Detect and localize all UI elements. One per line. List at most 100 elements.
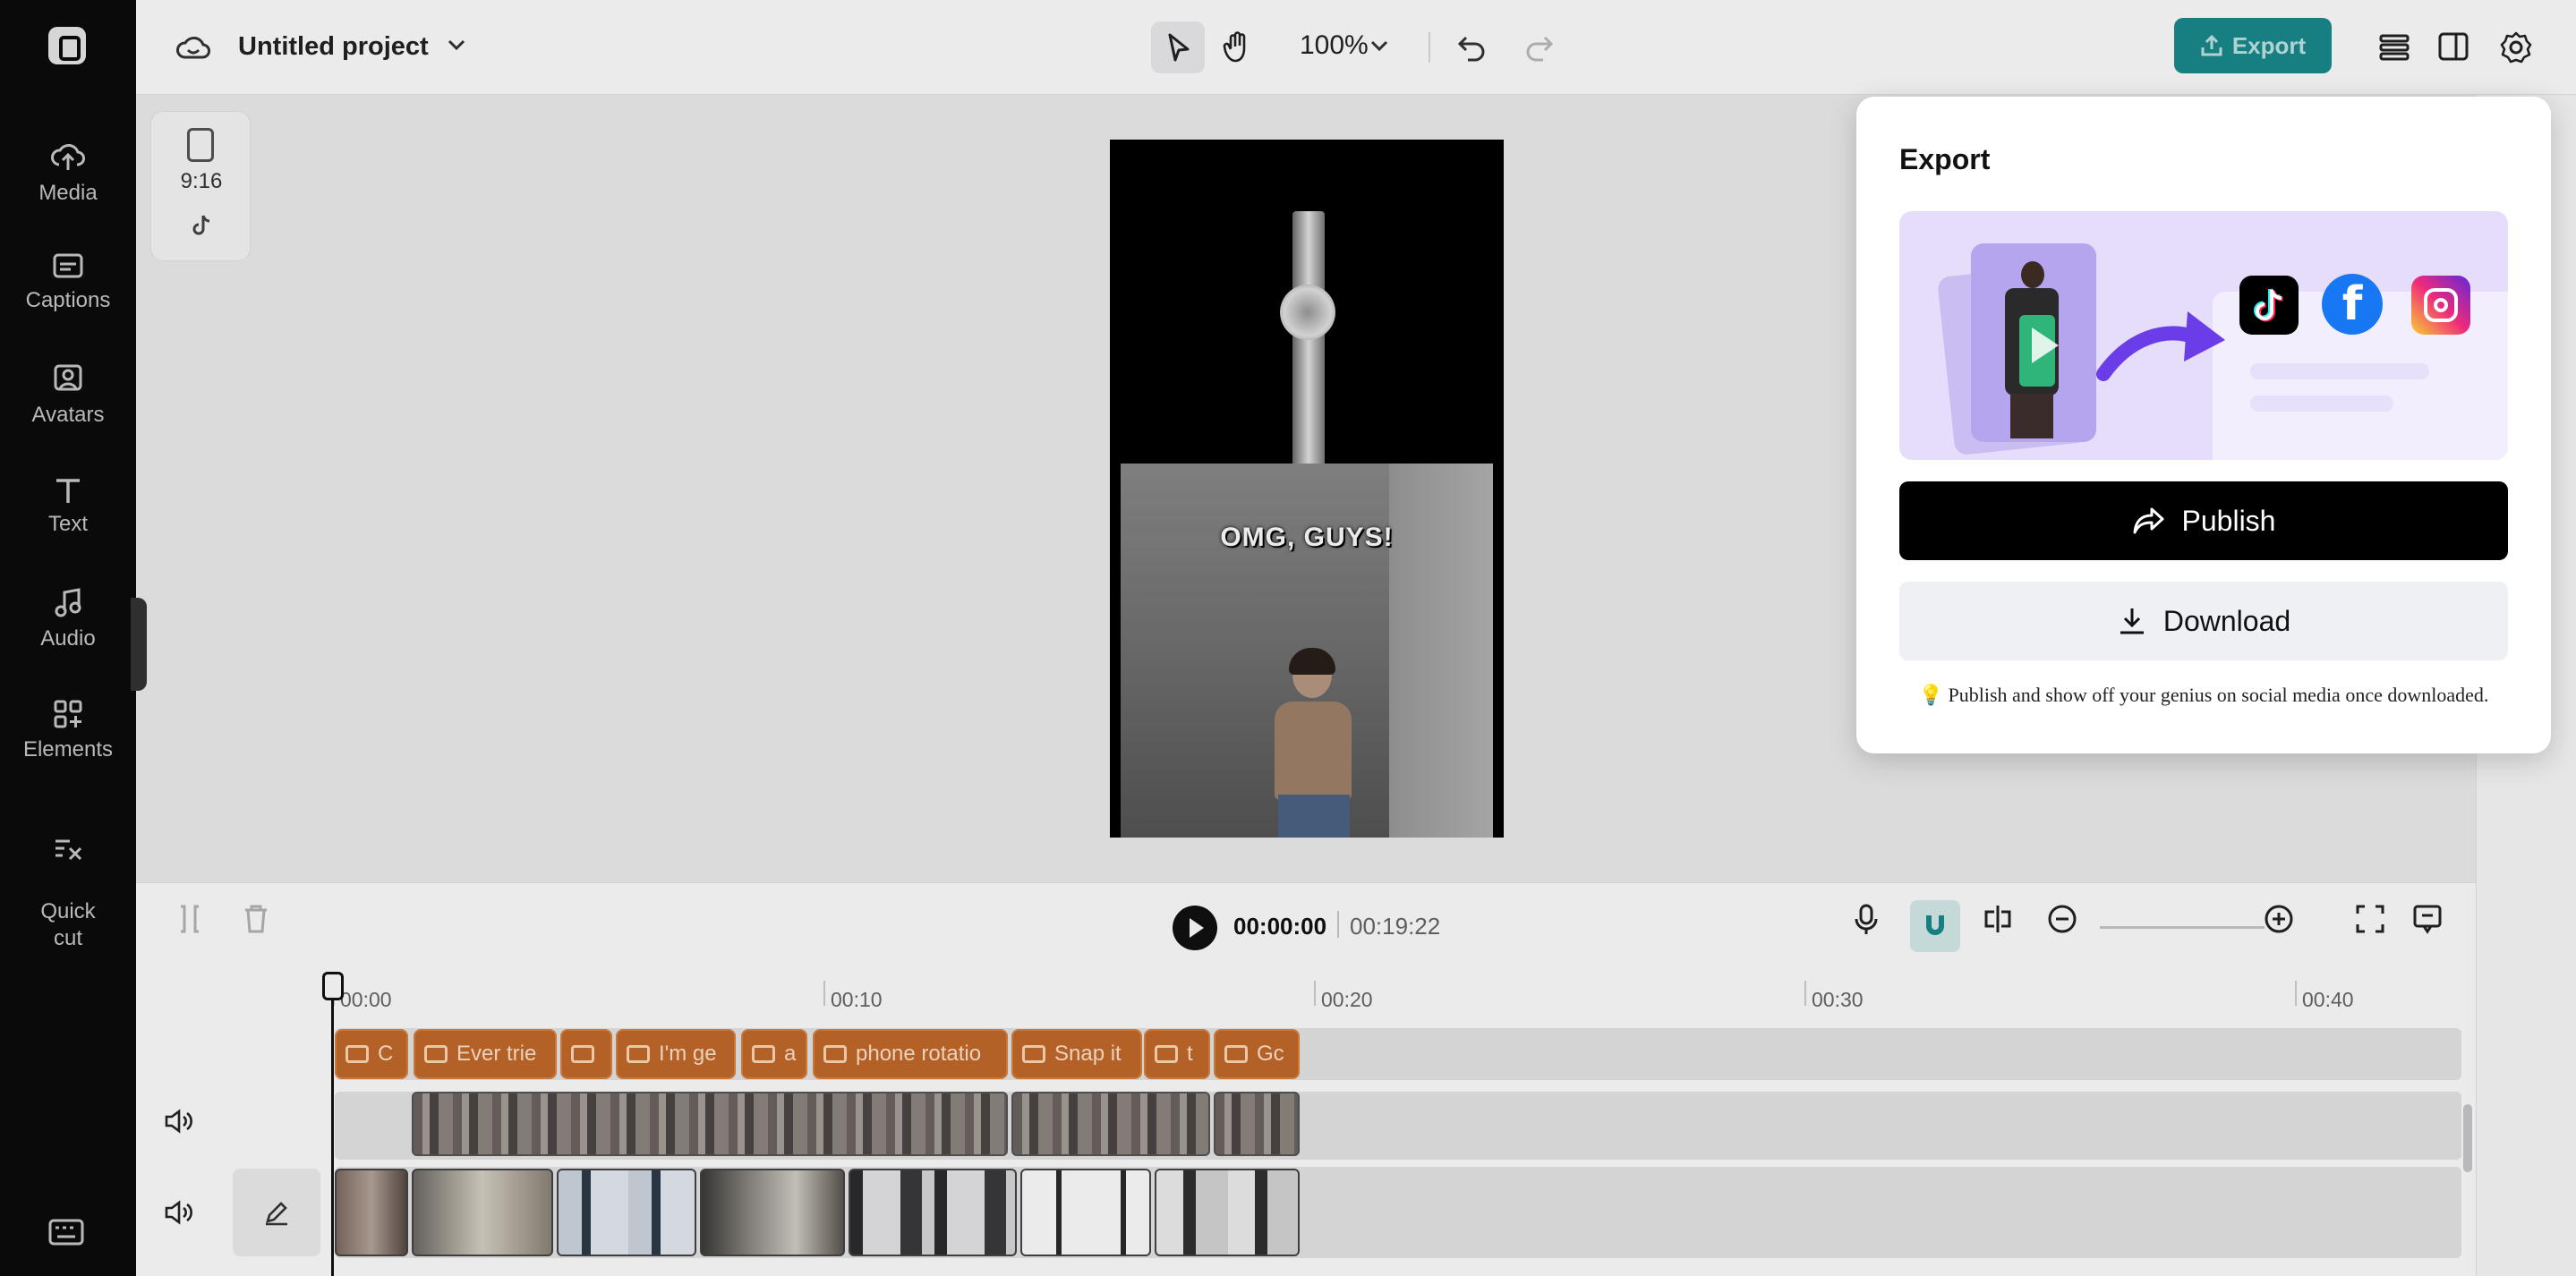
caption-clip-text: t [1187,1042,1193,1066]
tiktok-icon [2239,276,2299,335]
timeline-scrollbar[interactable] [2463,1104,2472,1172]
facebook-icon: f [2322,274,2383,335]
aspect-ratio-selector[interactable]: 9:16 [150,111,251,261]
redo-icon[interactable] [1523,30,1556,63]
sidebar-item-text[interactable]: Text [0,476,136,537]
hand-icon [1223,31,1246,63]
caption-preview-icon[interactable] [2411,903,2444,935]
video-preview[interactable]: OMG, GUYS! [1110,140,1504,838]
publish-button[interactable]: Publish [1899,481,2508,560]
play-triangle-icon [2032,328,2059,363]
video-clip[interactable] [1155,1169,1300,1256]
app-logo[interactable] [48,27,86,64]
caption-overlay-text[interactable]: OMG, GUYS! [1110,523,1504,553]
export-illustration: f [1899,211,2508,460]
volume-icon[interactable] [163,1108,193,1135]
avatar-icon [54,364,82,391]
undo-icon[interactable] [1455,30,1488,63]
caption-clip[interactable]: I'm ge [616,1029,736,1079]
caption-clip[interactable]: t [1144,1029,1210,1079]
caption-clip-icon [345,1045,369,1063]
video-clip[interactable] [849,1169,1017,1256]
hand-tool-button[interactable] [1210,21,1264,73]
layers-icon[interactable] [2377,30,2411,63]
microphone-icon[interactable] [1853,903,1880,937]
volume-icon[interactable] [163,1199,193,1226]
video-clip[interactable] [1011,1092,1210,1156]
chevron-down-icon[interactable] [1369,38,1389,54]
caption-clip[interactable] [560,1029,612,1079]
cursor-arrow-icon [1168,33,1190,62]
split-clip-icon[interactable] [1982,903,2014,935]
sidebar-item-label: Media [38,181,98,205]
caption-clip[interactable]: phone rotatio [813,1029,1008,1079]
caption-clip[interactable]: C [335,1029,408,1079]
caption-clip[interactable]: Snap it [1011,1029,1142,1079]
cloud-save-icon[interactable] [175,32,211,63]
sidebar-item-media[interactable]: Media [0,141,136,206]
sidebar-item-audio[interactable]: Audio [0,587,136,651]
caption-clip-icon [627,1045,650,1063]
ruler-tick [2295,981,2297,1006]
publish-button-label: Publish [2181,504,2276,537]
video-clip[interactable] [335,1169,408,1256]
caption-clip-text: Snap it [1054,1042,1122,1066]
sidebar-item-elements[interactable]: Elements [0,698,136,762]
panel-toggle-icon[interactable] [2436,30,2470,63]
person-torso [1275,702,1352,800]
sidebar-item-quick-cut[interactable]: Quick cut [0,809,136,952]
text-icon [56,479,80,503]
video-clip[interactable] [1214,1092,1300,1156]
select-tool-button[interactable] [1151,21,1205,73]
playhead-line[interactable] [331,983,334,1276]
caption-clip-icon [1155,1045,1178,1063]
caption-clip[interactable]: Ever trie [414,1029,557,1079]
keyboard-icon[interactable] [48,1219,84,1246]
video-clip[interactable] [557,1169,696,1256]
pencil-icon [266,1202,287,1226]
trash-icon[interactable] [242,903,270,935]
sidebar-item-avatars[interactable]: Avatars [0,363,136,428]
zoom-out-icon[interactable] [2046,903,2078,935]
sidebar-collapse-handle[interactable] [131,598,147,691]
project-name[interactable]: Untitled project [238,32,429,62]
zoom-in-icon[interactable] [2263,903,2295,935]
video-clip[interactable] [700,1169,845,1256]
instagram-ring [2424,288,2458,322]
video-clip[interactable] [412,1169,553,1256]
chevron-down-icon[interactable] [446,36,467,54]
fullscreen-icon[interactable] [2354,903,2386,935]
video-clip[interactable] [1020,1169,1151,1256]
figure-head [2021,261,2044,288]
magnet-snap-button[interactable] [1910,900,1960,952]
ruler-tick [1314,981,1316,1006]
preview-person [1255,648,1371,838]
sidebar-item-label: Elements [22,737,114,761]
split-icon[interactable] [175,903,204,935]
caption-clip-icon [752,1045,775,1063]
gear-icon[interactable] [2499,30,2533,64]
illustration-line [2250,396,2393,412]
share-upload-icon [2201,34,2222,56]
edit-track-button[interactable] [233,1169,320,1256]
download-button[interactable]: Download [1899,582,2508,660]
export-button[interactable]: Export [2174,18,2332,73]
zoom-level[interactable]: 100% [1300,30,1369,61]
caption-clip-text: C [378,1042,394,1066]
video-clip[interactable] [412,1092,1008,1156]
ruler-label: 00:10 [831,988,883,1011]
preview-wall [1389,464,1493,838]
music-note-icon [55,588,81,617]
caption-clip[interactable]: a [741,1029,807,1079]
export-tip: 💡 Publish and show off your genius on so… [1918,684,2489,706]
sidebar-item-captions[interactable]: Captions [0,252,136,313]
download-icon [2120,608,2144,634]
timeline-zoom-slider[interactable] [2100,926,2265,929]
play-button[interactable] [1173,906,1217,950]
time-separator [1337,911,1339,938]
playhead-handle[interactable] [322,972,344,1000]
caption-clip[interactable]: Gc [1214,1029,1300,1079]
caption-clip-icon [1022,1045,1045,1063]
tiktok-icon [192,215,210,235]
current-time: 00:00:00 [1233,913,1327,940]
